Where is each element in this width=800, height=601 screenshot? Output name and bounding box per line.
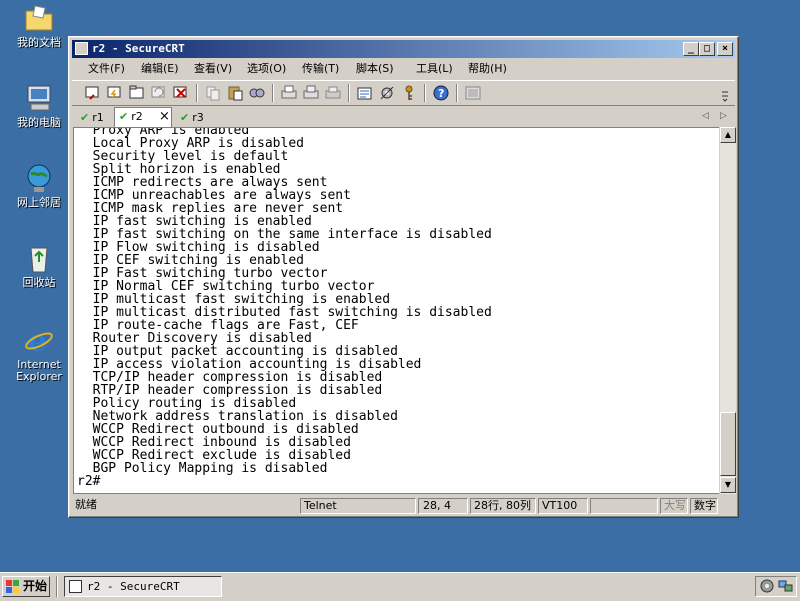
- toolbar-separator: [456, 84, 458, 102]
- title-bar[interactable]: r2 - SecureCRT _ □ ×: [72, 40, 735, 58]
- quick-connect-icon[interactable]: [106, 84, 124, 102]
- tab-label: r3: [192, 111, 204, 124]
- start-button[interactable]: 开始: [2, 576, 50, 597]
- folder-icon: [23, 2, 55, 34]
- desktop-icon-network[interactable]: 网上邻居: [4, 162, 74, 209]
- menu-help[interactable]: 帮助(H): [468, 61, 507, 76]
- status-blank: [590, 498, 658, 514]
- status-caps-lock: 大写: [660, 498, 688, 514]
- status-cursor-position: 28, 4: [418, 498, 468, 514]
- desktop-icon-label: 网上邻居: [17, 196, 61, 209]
- task-label: r2 - SecureCRT: [87, 580, 180, 593]
- toolbar-separator: [348, 84, 350, 102]
- toolbar-separator: [272, 84, 274, 102]
- desktop-icon-internet-explorer[interactable]: e Internet Explorer: [4, 324, 74, 383]
- menu-view[interactable]: 查看(V): [194, 61, 232, 76]
- terminal-text: Proxy ARP is enabled Local Proxy ARP is …: [77, 128, 492, 489]
- connected-check-icon: ✔: [180, 111, 190, 124]
- desktop-icon-label: 回收站: [22, 276, 56, 289]
- menu-options[interactable]: 选项(O): [247, 61, 286, 76]
- start-label: 开始: [23, 579, 48, 593]
- securecrt-window: r2 - SecureCRT _ □ × 文件(F) 编辑(E) 查看(V) 选…: [68, 36, 739, 518]
- tab-r3[interactable]: ✔ r3: [180, 109, 214, 126]
- globe-icon: [23, 162, 55, 194]
- connected-check-icon: ✔: [80, 111, 90, 124]
- scroll-down-button[interactable]: ▼: [720, 477, 736, 493]
- print-icon[interactable]: [280, 84, 298, 102]
- desktop-icon-label: 我的电脑: [17, 116, 61, 129]
- desktop-icon-my-computer[interactable]: 我的电脑: [4, 82, 74, 129]
- maximize-button[interactable]: □: [699, 42, 715, 56]
- toolbar-separator: [196, 84, 198, 102]
- session-options-icon[interactable]: [356, 84, 374, 102]
- tab-label: r2: [131, 110, 143, 123]
- tray-speaker-icon[interactable]: [760, 579, 774, 596]
- disconnect-icon[interactable]: [172, 84, 190, 102]
- global-options-icon[interactable]: [378, 84, 396, 102]
- print-selection-icon[interactable]: [302, 84, 320, 102]
- tab-scroll-left-icon[interactable]: ◁: [702, 111, 709, 121]
- close-button[interactable]: ×: [717, 42, 733, 56]
- status-num-lock: 数字: [690, 498, 718, 514]
- connected-check-icon: ✔: [119, 110, 129, 123]
- tab-label: r1: [92, 111, 104, 124]
- key-map-icon[interactable]: [400, 84, 418, 102]
- status-emulation: VT100: [538, 498, 588, 514]
- minimize-button[interactable]: _: [683, 42, 699, 56]
- status-bar: 就绪 Telnet 28, 4 28行, 80列 VT100 大写 数字: [72, 497, 735, 515]
- reconnect-icon[interactable]: [150, 84, 168, 102]
- vertical-scrollbar[interactable]: ▲ ▼: [719, 127, 736, 494]
- toolbar-overflow-icon[interactable]: [720, 88, 730, 106]
- terminal-output[interactable]: Proxy ARP is enabled Local Proxy ARP is …: [73, 127, 720, 494]
- paste-icon[interactable]: [226, 84, 244, 102]
- taskbar-separator: [56, 576, 58, 597]
- desktop-icon-label: Internet Explorer: [16, 358, 62, 383]
- system-tray: [755, 576, 797, 597]
- menu-tools[interactable]: 工具(L): [416, 61, 453, 76]
- session-tabs: ✔ r1 ✔ r2 × ✔ r3 ◁ ▷: [72, 107, 735, 127]
- terminal-line: r2#: [77, 474, 101, 489]
- toolbar-separator: [424, 84, 426, 102]
- menu-bar: 文件(F) 编辑(E) 查看(V) 选项(O) 传输(T) 脚本(S) 工具(L…: [72, 59, 735, 78]
- internet-explorer-icon: e: [23, 324, 55, 359]
- windows-logo-icon: [6, 580, 20, 599]
- taskbar: 开始 r2 - SecureCRT: [0, 572, 800, 601]
- connect-in-tab-icon[interactable]: [128, 84, 146, 102]
- help-icon[interactable]: ?: [432, 84, 450, 102]
- menu-transfer[interactable]: 传输(T): [302, 61, 339, 76]
- menu-script[interactable]: 脚本(S): [356, 61, 394, 76]
- desktop-icon-recycle-bin[interactable]: 回收站: [4, 242, 74, 289]
- tab-close-icon[interactable]: ×: [159, 108, 170, 125]
- app-icon: [69, 580, 82, 593]
- window-title: r2 - SecureCRT: [92, 42, 185, 55]
- status-ready: 就绪: [75, 498, 97, 511]
- tray-network-icon[interactable]: [778, 579, 794, 596]
- desktop-icon-label: 我的文档: [17, 36, 61, 49]
- find-icon[interactable]: [248, 84, 266, 102]
- copy-icon[interactable]: [204, 84, 222, 102]
- menu-edit[interactable]: 编辑(E): [141, 61, 179, 76]
- scrollbar-thumb[interactable]: [720, 412, 736, 476]
- toolbar: ?: [72, 80, 735, 106]
- status-terminal-size: 28行, 80列: [470, 498, 536, 514]
- terminal-line: BGP Policy Mapping is disabled: [77, 461, 328, 476]
- taskbar-item-securecrt[interactable]: r2 - SecureCRT: [64, 576, 222, 597]
- tab-r2[interactable]: ✔ r2 ×: [114, 107, 172, 127]
- scroll-up-button[interactable]: ▲: [720, 127, 736, 143]
- menu-file[interactable]: 文件(F): [88, 61, 125, 76]
- svg-text:?: ?: [438, 87, 444, 100]
- tab-r1[interactable]: ✔ r1: [78, 109, 114, 126]
- recycle-bin-icon: [23, 242, 55, 274]
- status-protocol: Telnet: [300, 498, 416, 514]
- app-icon: [75, 42, 88, 55]
- sftp-icon[interactable]: [464, 84, 482, 102]
- desktop-icon-my-documents[interactable]: 我的文档: [4, 2, 74, 49]
- printer-icon[interactable]: [324, 84, 342, 102]
- tab-scroll-right-icon[interactable]: ▷: [720, 111, 727, 121]
- connect-icon[interactable]: [84, 84, 102, 102]
- computer-icon: [23, 82, 55, 114]
